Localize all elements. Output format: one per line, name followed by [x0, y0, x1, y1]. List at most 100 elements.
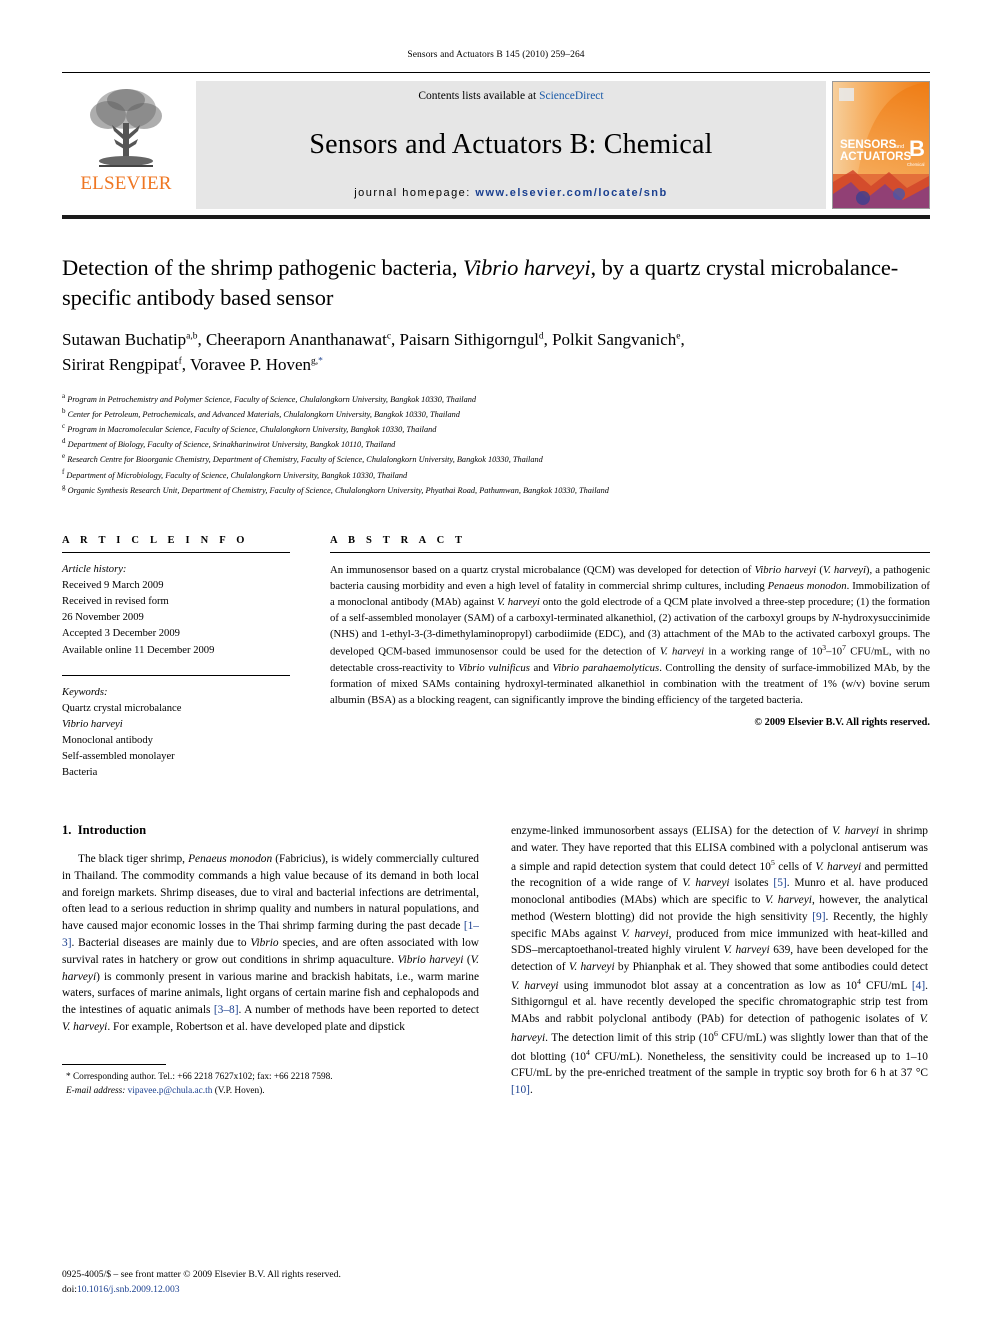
email-footnote-line: E-mail address: vipavee.p@chula.ac.th (V…: [66, 1084, 479, 1098]
affiliation-item: b Center for Petroleum, Petrochemicals, …: [62, 406, 930, 421]
text-run: Penaeus monodon: [188, 853, 273, 866]
author-affil-mark[interactable]: a,b: [186, 332, 197, 342]
page-title: Detection of the shrimp pathogenic bacte…: [62, 253, 930, 312]
text-run: .: [529, 1083, 533, 1096]
text-run: (: [463, 953, 471, 966]
citation-link[interactable]: [5]: [773, 877, 786, 889]
author-name: Paisarn Sithigorngul: [399, 330, 539, 350]
footnote-area: * Corresponding author. Tel.: +66 2218 7…: [62, 1064, 479, 1098]
author-entry: Voravee P. Hoveng,*: [190, 355, 323, 374]
sciencedirect-link[interactable]: ScienceDirect: [539, 90, 604, 102]
affiliation-item: c Program in Macromolecular Science, Fac…: [62, 421, 930, 436]
body-column-left: 1. Introduction The black tiger shrimp, …: [62, 823, 479, 1098]
abstract-column: A B S T R A C T An immunosensor based on…: [330, 535, 930, 781]
running-head: Sensors and Actuators B 145 (2010) 259–2…: [407, 50, 585, 60]
author-affil-mark[interactable]: g,*: [311, 356, 323, 366]
text-run: V. harveyi: [764, 894, 812, 907]
text-run: in a working range of 10: [704, 645, 823, 658]
svg-text:ACTUATORS: ACTUATORS: [840, 151, 911, 163]
affiliation-text: Department of Microbiology, Faculty of S…: [66, 470, 408, 480]
article-history-label: Article history:: [62, 564, 127, 576]
keywords-block: Keywords: Quartz crystal microbalance Vi…: [62, 685, 290, 782]
citation-link[interactable]: [9]: [812, 911, 825, 923]
info-abstract-row: A R T I C L E I N F O Article history: R…: [62, 535, 930, 781]
history-item: Received 9 March 2009: [62, 580, 164, 592]
author-entry: Sutawan Buchatipa,b,: [62, 330, 206, 349]
homepage-url-link[interactable]: www.elsevier.com/locate/snb: [475, 187, 667, 199]
author-name: Sutawan Buchatip: [62, 330, 187, 350]
paper-page: Sensors and Actuators B 145 (2010) 259–2…: [0, 0, 992, 1323]
affiliation-mark: a: [62, 391, 66, 400]
author-name: Polkit Sangvanich: [552, 330, 677, 350]
corresponding-author-text: * Corresponding author. Tel.: +66 2218 7…: [66, 1072, 333, 1083]
homepage-label: journal homepage:: [354, 187, 471, 199]
history-item: Accepted 3 December 2009: [62, 628, 180, 640]
article-info-rule: [62, 552, 290, 554]
issn-copyright-block: 0925-4005/$ – see front matter © 2009 El…: [62, 1268, 930, 1297]
author-sep: ,: [543, 330, 553, 350]
corresponding-author-footnote: * Corresponding author. Tel.: +66 2218 7…: [62, 1070, 479, 1098]
affiliation-mark: c: [62, 422, 66, 431]
contents-lists-line: Contents lists available at ScienceDirec…: [418, 90, 603, 102]
journal-masthead: ELSEVIER Contents lists available at Sci…: [62, 72, 930, 209]
elsevier-tree-icon: [90, 89, 162, 167]
elsevier-logo: ELSEVIER: [62, 81, 190, 209]
text-run: V. harveyi: [497, 596, 540, 609]
email-attribution: (V.P. Hoven).: [214, 1086, 265, 1097]
affiliation-item: f Department of Microbiology, Faculty of…: [62, 467, 930, 482]
author-sep: ,: [680, 330, 685, 350]
affiliation-text: Program in Macromolecular Science, Facul…: [67, 424, 437, 434]
text-run: isolates: [729, 877, 774, 890]
text-run: V. harveyi: [62, 1020, 108, 1033]
history-item: Received in revised form: [62, 596, 169, 608]
affiliation-item: a Program in Petrochemistry and Polymer …: [62, 391, 930, 406]
abstract-body: An immunosensor based on a quartz crysta…: [330, 562, 930, 708]
keyword-item: Quartz crystal microbalance: [62, 702, 182, 714]
citation-link[interactable]: [10]: [511, 1084, 530, 1096]
body-column-right: enzyme-linked immunosorbent assays (ELIS…: [511, 823, 928, 1098]
svg-text:B: B: [909, 136, 925, 161]
author-list: Sutawan Buchatipa,b, Cheeraporn Ananthan…: [62, 328, 930, 376]
citation-link[interactable]: [3–8]: [214, 1004, 239, 1016]
corresponding-author-marker[interactable]: *: [318, 356, 323, 366]
footnote-rule: [62, 1064, 166, 1066]
text-run: V. harveyi: [659, 645, 705, 658]
citation-link[interactable]: [4]: [912, 980, 925, 992]
intro-paragraph-left: The black tiger shrimp, Penaeus monodon …: [62, 851, 479, 1035]
affiliation-mark: d: [62, 437, 66, 446]
article-history-block: Article history: Received 9 March 2009 R…: [62, 562, 290, 659]
doi-line: doi:10.1016/j.snb.2009.12.003: [62, 1283, 930, 1297]
keyword-item: Vibrio harveyi: [62, 718, 123, 730]
article-info-heading: A R T I C L E I N F O: [62, 535, 249, 547]
keyword-item: Self-assembled monolayer: [62, 750, 175, 762]
abstract-rule: [330, 552, 930, 554]
text-run: V. harveyi: [815, 860, 862, 873]
doi-link[interactable]: 10.1016/j.snb.2009.12.003: [77, 1284, 180, 1295]
svg-text:and: and: [895, 144, 904, 150]
text-run: V. harveyi: [723, 944, 770, 957]
affiliation-item: e Research Centre for Bioorganic Chemist…: [62, 451, 930, 466]
title-italic-species: Vibrio harveyi: [462, 255, 591, 280]
keyword-item: Bacteria: [62, 767, 98, 779]
author-name: Voravee P. Hoven: [190, 354, 312, 374]
text-run: CFU/mL: [860, 979, 912, 992]
body-columns: 1. Introduction The black tiger shrimp, …: [62, 823, 930, 1098]
journal-title: Sensors and Actuators B: Chemical: [309, 128, 713, 160]
journal-cover-thumbnail: SENSORS and ACTUATORS B Chemical: [832, 81, 930, 209]
contents-prefix: Contents lists available at: [418, 90, 540, 102]
text-run: An immunosensor based on a quartz crysta…: [330, 564, 755, 577]
text-run: V. harveyi: [682, 877, 730, 890]
section-title: Introduction: [77, 823, 147, 838]
author-sep: ,: [391, 330, 400, 350]
cover-artwork: SENSORS and ACTUATORS B Chemical: [833, 82, 929, 208]
journal-band: Contents lists available at ScienceDirec…: [196, 81, 826, 209]
title-block: Detection of the shrimp pathogenic bacte…: [62, 253, 930, 497]
text-run: (: [816, 564, 823, 577]
doi-label: doi:: [62, 1283, 77, 1295]
text-run: V. harveyi: [832, 825, 879, 838]
text-run: . A number of methods have been reported…: [238, 1004, 479, 1017]
affiliation-list: a Program in Petrochemistry and Polymer …: [62, 391, 930, 497]
email-address-link[interactable]: vipavee.p@chula.ac.th: [128, 1086, 213, 1096]
text-run: Vibrio parahaemolyticus: [552, 661, 660, 674]
